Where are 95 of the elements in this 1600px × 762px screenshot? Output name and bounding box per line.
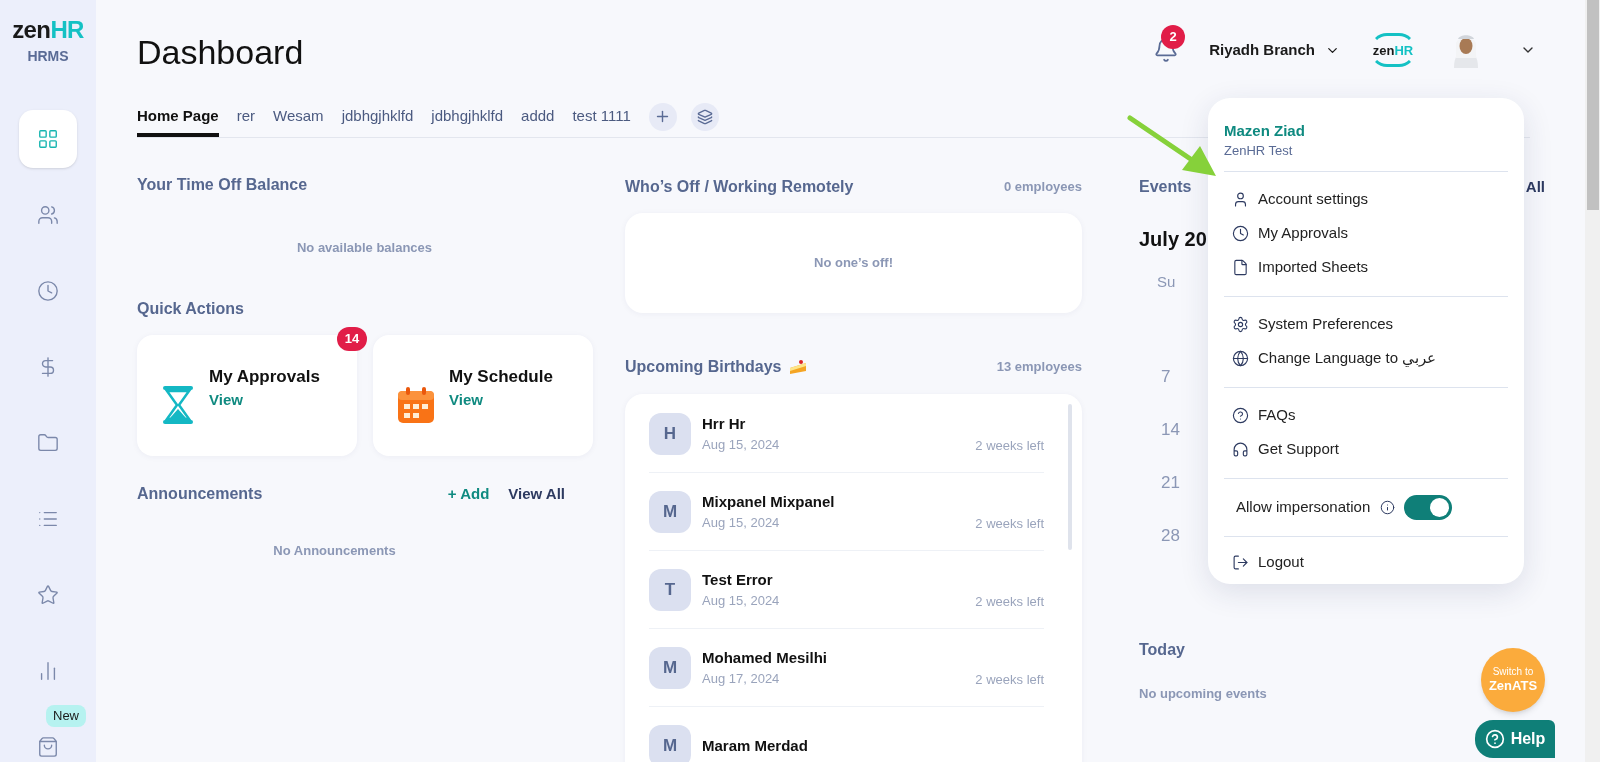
file-icon xyxy=(1232,258,1249,276)
employee-name: Mohamed Mesilhi xyxy=(702,647,829,668)
employee-name: Maram Merdad xyxy=(702,735,809,756)
section-title: Announcements xyxy=(137,485,263,502)
tab[interactable]: addd xyxy=(521,100,555,137)
avatar-initial: M xyxy=(649,646,691,689)
tab[interactable]: jdbhgjhklfd xyxy=(341,100,414,137)
section-title: Events xyxy=(1139,177,1192,197)
avatar-initial: M xyxy=(649,490,691,533)
company-logo: zenHR xyxy=(1370,33,1416,67)
view-all-link[interactable]: View All xyxy=(508,482,565,506)
section-title: Upcoming Birthdays xyxy=(625,357,782,377)
logout-icon xyxy=(1232,553,1249,571)
time-left: 2 weeks left xyxy=(975,592,1044,611)
settings-icon xyxy=(1232,315,1249,333)
tab[interactable]: Home Page xyxy=(137,100,219,137)
section-title: Who’s Off / Working Remotely xyxy=(625,177,854,197)
people-icon xyxy=(37,204,59,226)
time-left: 2 weeks left xyxy=(975,670,1044,689)
page-title: Dashboard xyxy=(137,32,305,69)
avatar-initial: M xyxy=(649,725,691,762)
info-icon[interactable] xyxy=(1380,500,1396,515)
avatar-initial: T xyxy=(649,568,691,611)
scrollbar[interactable] xyxy=(1068,404,1072,550)
employee-name: Mixpanel Mixpanel xyxy=(702,491,836,512)
help-button[interactable]: Help xyxy=(1475,720,1555,758)
view-link[interactable]: View xyxy=(209,389,320,412)
section-title: Today xyxy=(1139,639,1185,660)
employee-count: 0 employees xyxy=(1003,178,1082,197)
help-icon xyxy=(1232,406,1249,424)
birthday-date: Aug 15, 2024 xyxy=(702,514,781,532)
quick-action-card[interactable]: My Schedule View xyxy=(373,335,593,456)
globe-icon xyxy=(1232,349,1249,367)
menu-item[interactable]: Change Language to عربي xyxy=(1224,341,1508,375)
star-icon xyxy=(37,584,59,606)
toggle-label: Allow impersonation xyxy=(1236,497,1371,518)
add-link[interactable]: + Add xyxy=(447,482,490,506)
calendar-icon xyxy=(397,385,435,424)
time-left: 2 weeks left xyxy=(975,514,1044,533)
menu-item[interactable]: Imported Sheets xyxy=(1224,250,1508,284)
menu-item[interactable]: Get Support xyxy=(1224,432,1508,466)
tab[interactable]: test 1111 xyxy=(572,100,631,137)
tab[interactable]: jdbhgjhklfd xyxy=(431,100,504,137)
sidebar-item[interactable] xyxy=(19,110,77,168)
folder-icon xyxy=(37,432,59,454)
avatar[interactable] xyxy=(1452,32,1480,68)
layers-button[interactable] xyxy=(690,102,719,131)
quick-action-label: My Approvals xyxy=(209,365,320,388)
logout-item[interactable]: Logout xyxy=(1224,545,1304,579)
empty-message: No available balances xyxy=(296,239,433,258)
grid-icon xyxy=(37,128,59,150)
menu-item[interactable]: My Approvals xyxy=(1224,216,1508,250)
shopping-bag-icon xyxy=(37,736,59,758)
user-name: Mazen Ziad xyxy=(1224,122,1306,141)
employee-name: Hrr Hr xyxy=(702,413,747,434)
impersonation-toggle[interactable] xyxy=(1404,495,1452,520)
tab[interactable]: rer xyxy=(236,100,256,137)
company-name: ZenHR Test xyxy=(1224,142,1294,159)
employee-count: 13 employees xyxy=(996,358,1082,377)
clock-icon xyxy=(1232,224,1249,242)
weekday-label: Su xyxy=(1157,272,1176,292)
birthday-date: Aug 15, 2024 xyxy=(702,436,781,454)
clock-icon xyxy=(37,280,59,302)
cake-icon xyxy=(789,359,808,375)
menu-item[interactable]: Account settings xyxy=(1224,182,1508,216)
help-icon xyxy=(1484,729,1505,749)
logo: zenHR xyxy=(12,18,84,42)
hourglass-icon xyxy=(161,384,195,425)
empty-message: No Announcements xyxy=(273,542,396,561)
menu-item[interactable]: FAQs xyxy=(1224,398,1508,432)
calendar-month: July 20 xyxy=(1139,229,1207,249)
layers-icon xyxy=(696,108,713,125)
section-title: Quick Actions xyxy=(137,300,244,317)
page-scrollbar[interactable] xyxy=(1586,0,1599,210)
birthday-date: Aug 15, 2024 xyxy=(702,592,781,610)
menu-item[interactable]: System Preferences xyxy=(1224,307,1508,341)
quick-action-label: My Schedule xyxy=(449,365,553,388)
count-badge: 14 xyxy=(337,327,367,351)
product-name: HRMS xyxy=(27,47,69,66)
new-badge: New xyxy=(46,705,86,727)
headphones-icon xyxy=(1232,440,1249,458)
employee-name: Test Error xyxy=(702,569,774,590)
branch-selector[interactable]: Riyadh Branch xyxy=(1209,38,1340,62)
notification-count: 2 xyxy=(1161,25,1186,49)
tab[interactable]: Wesam xyxy=(273,100,324,137)
avatar-initial: H xyxy=(649,412,691,455)
view-link[interactable]: View xyxy=(449,389,553,412)
user-icon xyxy=(1232,190,1249,208)
view-all-link[interactable]: All xyxy=(1525,175,1545,199)
add-tab-button[interactable] xyxy=(648,102,677,131)
section-title: Your Time Off Balance xyxy=(137,176,308,193)
birthday-date: Aug 17, 2024 xyxy=(702,670,781,688)
empty-message: No upcoming events xyxy=(1139,684,1267,703)
empty-message: No one’s off! xyxy=(814,254,893,273)
time-left: 2 weeks left xyxy=(975,436,1044,455)
